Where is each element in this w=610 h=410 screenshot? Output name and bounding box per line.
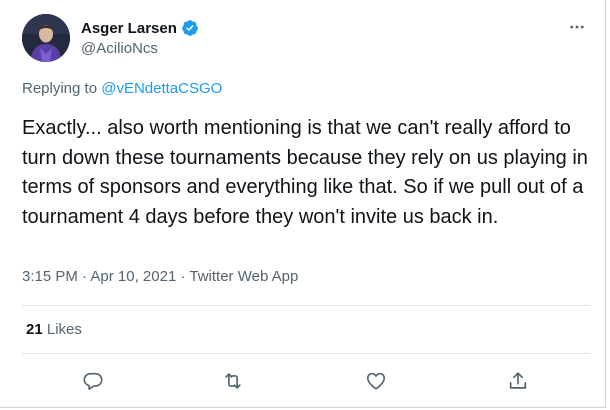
replying-to: Replying to @vENdettaCSGO (22, 80, 222, 97)
retweet-icon[interactable] (221, 369, 245, 393)
author-display-name[interactable]: Asger Larsen (81, 20, 177, 37)
verified-badge-icon (181, 19, 199, 37)
more-icon[interactable] (566, 16, 588, 38)
divider (22, 353, 590, 354)
meta-separator-2: · (180, 268, 186, 285)
tweet-date[interactable]: Apr 10, 2021 (90, 268, 176, 285)
replying-to-label: Replying to (22, 80, 98, 97)
tweet-client[interactable]: Twitter Web App (189, 268, 298, 285)
tweet-text: Exactly... also worth mentioning is that… (22, 117, 588, 228)
like-icon[interactable] (364, 369, 388, 393)
divider (22, 305, 590, 306)
author-handle[interactable]: @AcilioNcs (81, 40, 158, 57)
share-icon[interactable] (506, 369, 530, 393)
avatar[interactable] (22, 14, 70, 62)
meta-separator: · (82, 268, 88, 285)
tweet-card: Asger Larsen @AcilioNcs Replying to @vEN… (0, 0, 606, 408)
likes-label: Likes (46, 321, 82, 338)
tweet-time[interactable]: 3:15 PM (22, 268, 78, 285)
likes-count: 21 (26, 321, 43, 338)
likes-stat[interactable]: 21 Likes (26, 321, 82, 338)
author-name-row[interactable]: Asger Larsen (81, 19, 199, 37)
reply-icon[interactable] (81, 369, 105, 393)
reply-target-link[interactable]: @vENdettaCSGO (101, 80, 222, 97)
tweet-meta: 3:15 PM · Apr 10, 2021 · Twitter Web App (22, 268, 298, 285)
